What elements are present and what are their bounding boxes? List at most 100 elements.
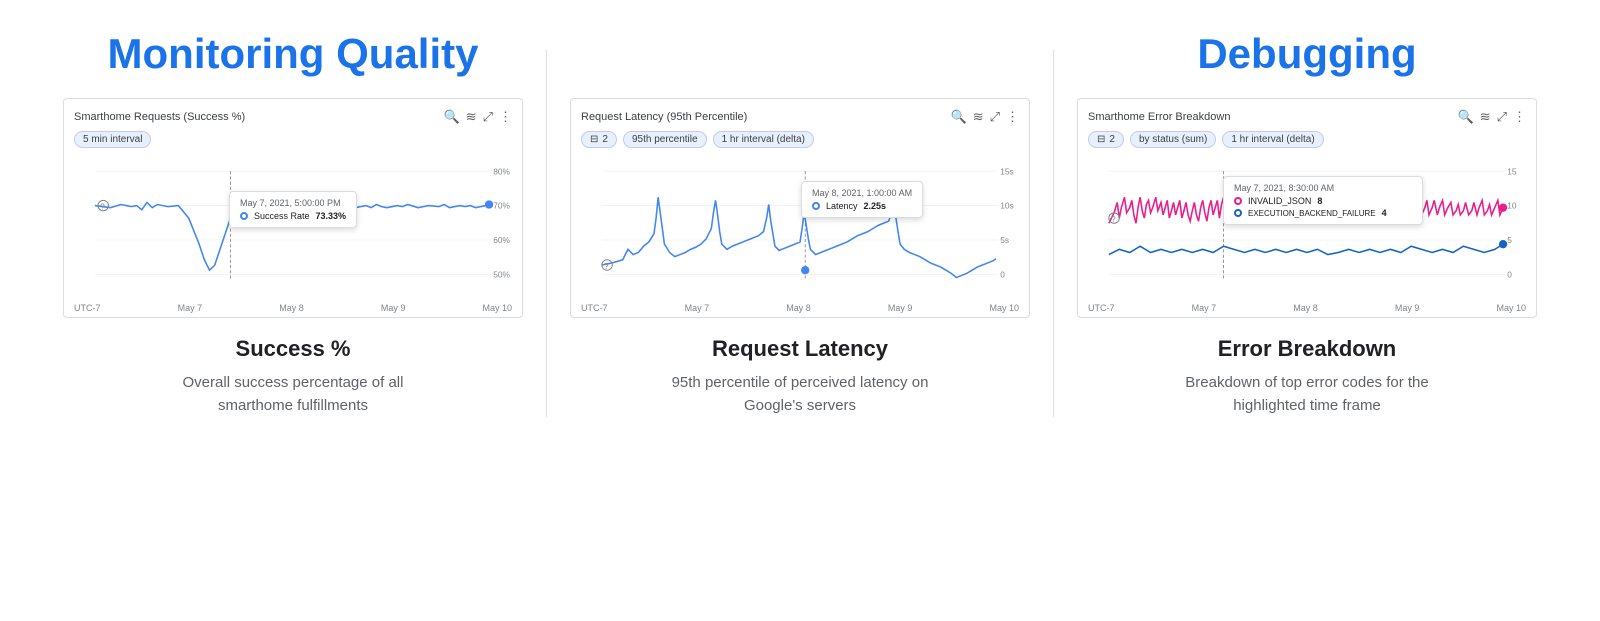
x-label-1: May 7 — [178, 303, 203, 313]
chart-title-2: Request Latency (95th Percentile) — [581, 111, 747, 123]
more-icon-2[interactable]: ⋮ — [1006, 109, 1019, 125]
section-title-debugging: Debugging — [1197, 20, 1416, 78]
chart-error-breakdown: Smarthome Error Breakdown 🔍 ≋ ⤢ ⋮ ⊟ 2 by… — [1077, 98, 1537, 318]
chart-header-2: Request Latency (95th Percentile) 🔍 ≋ ⤢ … — [581, 109, 1019, 125]
svg-text:50%: 50% — [493, 270, 510, 280]
tooltip-dot-pink — [1234, 197, 1242, 205]
expand-icon-3[interactable]: ⤢ — [1497, 109, 1507, 125]
search-icon-2[interactable]: 🔍 — [951, 109, 967, 125]
metric-title-success: Success % — [236, 336, 351, 362]
section-request-latency: Monitoring Quality Request Latency (95th… — [547, 20, 1053, 417]
chart-toolbar-3[interactable]: 🔍 ≋ ⤢ ⋮ — [1458, 109, 1527, 125]
chart-filters-3: ⊟ 2 by status (sum) 1 hr interval (delta… — [1088, 131, 1526, 148]
svg-text:?: ? — [604, 261, 609, 271]
metric-title-error: Error Breakdown — [1218, 336, 1397, 362]
metric-desc-error: Breakdown of top error codes for the hig… — [1157, 372, 1457, 417]
svg-text:?: ? — [1111, 214, 1116, 224]
svg-text:0: 0 — [1000, 270, 1005, 280]
filter-chip-delta-3[interactable]: 1 hr interval (delta) — [1222, 131, 1323, 148]
tooltip-row-3-0: INVALID_JSON 8 — [1234, 196, 1412, 206]
tooltip-row-2: Latency 2.25s — [812, 201, 912, 211]
tooltip-val-3-1: 4 — [1382, 208, 1387, 218]
tooltip-row-1: Success Rate 73.33% — [240, 211, 346, 221]
svg-text:15s: 15s — [1000, 166, 1013, 176]
x-label-3: May 9 — [381, 303, 406, 313]
section-monitoring-quality: Monitoring Quality Smarthome Requests (S… — [40, 20, 546, 417]
filter-chip-count[interactable]: ⊟ 2 — [581, 131, 617, 148]
x-label-3-4: May 10 — [1496, 303, 1526, 313]
expand-icon-2[interactable]: ⤢ — [990, 109, 1000, 125]
chart-title-3: Smarthome Error Breakdown — [1088, 111, 1230, 123]
metric-title-latency: Request Latency — [712, 336, 888, 362]
x-label-2-4: May 10 — [989, 303, 1019, 313]
chart-header-3: Smarthome Error Breakdown 🔍 ≋ ⤢ ⋮ — [1088, 109, 1526, 125]
search-icon[interactable]: 🔍 — [444, 109, 460, 125]
filter-chip-status[interactable]: by status (sum) — [1130, 131, 1216, 148]
chart-toolbar-2[interactable]: 🔍 ≋ ⤢ ⋮ — [951, 109, 1020, 125]
chart-area-3: 15 10 5 0 ? May 7, 2021, 8:30:00 AM — [1088, 156, 1526, 301]
x-label-0: UTC-7 — [74, 303, 101, 313]
legend-icon-2[interactable]: ≋ — [973, 109, 984, 125]
metric-desc-success: Overall success percentage of all smarth… — [143, 372, 443, 417]
tooltip-label-3-0: INVALID_JSON — [1248, 196, 1311, 206]
svg-text:5: 5 — [1507, 235, 1512, 245]
more-icon[interactable]: ⋮ — [499, 109, 512, 125]
tooltip-date-3: May 7, 2021, 8:30:00 AM — [1234, 183, 1412, 193]
tooltip-series-2: Latency — [826, 201, 858, 211]
tooltip-value-1: 73.33% — [316, 211, 347, 221]
svg-text:60%: 60% — [493, 235, 510, 245]
svg-text:80%: 80% — [493, 166, 510, 176]
chart-header-1: Smarthome Requests (Success %) 🔍 ≋ ⤢ ⋮ — [74, 109, 512, 125]
line-chart-success: 80% 70% 60% 50% ? — [74, 156, 512, 301]
tooltip-dot-2 — [812, 202, 820, 210]
chart-area-2: 15s 10s 5s 0 ? May 8, 2021, 1:00:00 AM — [581, 156, 1019, 301]
svg-text:10: 10 — [1507, 201, 1517, 211]
x-label-3-0: UTC-7 — [1088, 303, 1115, 313]
svg-text:0: 0 — [1507, 270, 1512, 280]
search-icon-3[interactable]: 🔍 — [1458, 109, 1474, 125]
chart-latency: Request Latency (95th Percentile) 🔍 ≋ ⤢ … — [570, 98, 1030, 318]
x-label-2: May 8 — [279, 303, 304, 313]
filter-value-3: 2 — [1109, 134, 1115, 145]
filter-chip-delta[interactable]: 1 hr interval (delta) — [713, 131, 814, 148]
chart-title-1: Smarthome Requests (Success %) — [74, 111, 245, 123]
svg-text:70%: 70% — [493, 201, 510, 211]
tooltip-date-1: May 7, 2021, 5:00:00 PM — [240, 198, 346, 208]
svg-text:5s: 5s — [1000, 235, 1009, 245]
section-debugging: Debugging Smarthome Error Breakdown 🔍 ≋ … — [1054, 20, 1560, 417]
tooltip-series-1: Success Rate — [254, 211, 310, 221]
x-label-3-3: May 9 — [1395, 303, 1420, 313]
x-label-2-2: May 8 — [786, 303, 811, 313]
tooltip-value-2: 2.25s — [864, 201, 887, 211]
x-label-3-2: May 8 — [1293, 303, 1318, 313]
legend-icon-3[interactable]: ≋ — [1480, 109, 1491, 125]
chart-tooltip-2: May 8, 2021, 1:00:00 AM Latency 2.25s — [801, 181, 923, 218]
metric-desc-latency: 95th percentile of perceived latency on … — [650, 372, 950, 417]
filter-chip-interval[interactable]: 5 min interval — [74, 131, 151, 148]
expand-icon[interactable]: ⤢ — [483, 109, 493, 125]
section-title-monitoring: Monitoring Quality — [108, 20, 479, 78]
chart-toolbar-1[interactable]: 🔍 ≋ ⤢ ⋮ — [444, 109, 513, 125]
filter-icon-2: ⊟ — [590, 134, 598, 145]
filter-chip-count-3[interactable]: ⊟ 2 — [1088, 131, 1124, 148]
chart-footer-2: UTC-7 May 7 May 8 May 9 May 10 — [581, 303, 1019, 313]
tooltip-label-3-1: EXECUTION_BACKEND_FAILURE — [1248, 209, 1376, 218]
tooltip-dot-darkblue — [1234, 209, 1242, 217]
legend-icon[interactable]: ≋ — [466, 109, 477, 125]
filter-chip-percentile[interactable]: 95th percentile — [623, 131, 707, 148]
chart-footer-1: UTC-7 May 7 May 8 May 9 May 10 — [74, 303, 512, 313]
svg-text:10s: 10s — [1000, 201, 1013, 211]
x-label-2-3: May 9 — [888, 303, 913, 313]
x-label-2-1: May 7 — [685, 303, 710, 313]
chart-filters-1: 5 min interval — [74, 131, 512, 148]
svg-text:?: ? — [100, 202, 105, 212]
x-label-2-0: UTC-7 — [581, 303, 608, 313]
line-chart-latency: 15s 10s 5s 0 ? — [581, 156, 1019, 301]
x-label-3-1: May 7 — [1192, 303, 1217, 313]
chart-success-rate: Smarthome Requests (Success %) 🔍 ≋ ⤢ ⋮ 5… — [63, 98, 523, 318]
more-icon-3[interactable]: ⋮ — [1513, 109, 1526, 125]
chart-area-1: 80% 70% 60% 50% ? May 7, 2021, 5:00:00 P… — [74, 156, 512, 301]
chart-footer-3: UTC-7 May 7 May 8 May 9 May 10 — [1088, 303, 1526, 313]
tooltip-date-2: May 8, 2021, 1:00:00 AM — [812, 188, 912, 198]
filter-icon-3: ⊟ — [1097, 134, 1105, 145]
